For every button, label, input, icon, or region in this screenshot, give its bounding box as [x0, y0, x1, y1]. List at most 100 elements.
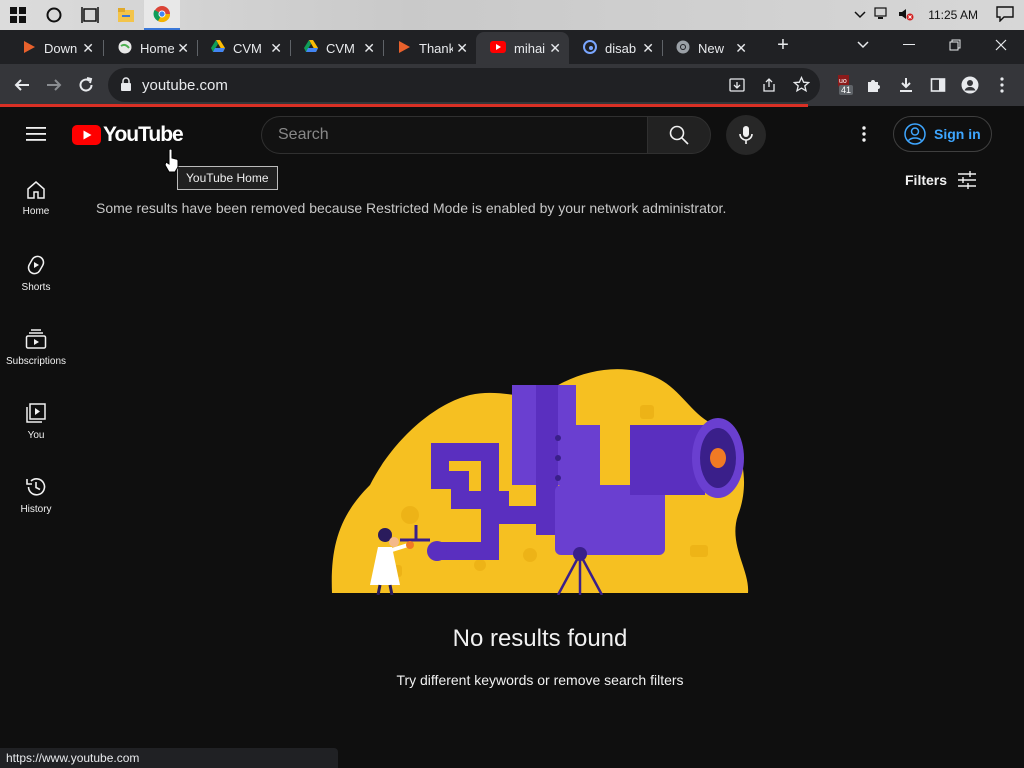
search-input[interactable]: Search: [261, 116, 648, 154]
tab-close-icon[interactable]: ✕: [270, 40, 282, 57]
tab-6[interactable]: disab ✕: [569, 32, 662, 64]
back-button[interactable]: [8, 71, 36, 99]
reload-button[interactable]: [72, 71, 100, 99]
address-bar[interactable]: youtube.com: [108, 68, 820, 102]
tab-title: disab: [605, 40, 637, 56]
edge-icon: [583, 39, 597, 57]
chrome-icon: [676, 40, 690, 57]
chevron-up-icon[interactable]: [854, 8, 866, 22]
tab-search-chevron-icon[interactable]: [840, 30, 886, 60]
tab-close-icon[interactable]: ✕: [549, 40, 561, 57]
sidebar-item-history[interactable]: History: [0, 462, 72, 536]
cortana-search-icon[interactable]: [36, 0, 72, 30]
extension-badge: 41: [839, 85, 854, 95]
sidebar-item-label: History: [20, 504, 52, 515]
sidebar-item-label: You: [27, 430, 45, 441]
side-panel-icon[interactable]: [924, 71, 952, 99]
hamburger-menu-icon[interactable]: [26, 126, 46, 147]
sidebar-item-label: Subscriptions: [5, 356, 67, 367]
tab-close-icon[interactable]: ✕: [82, 40, 94, 57]
downloads-icon[interactable]: [892, 71, 920, 99]
subscriptions-icon: [25, 329, 47, 349]
search-icon: [669, 125, 689, 145]
settings-more-icon[interactable]: [862, 126, 866, 147]
close-window-button[interactable]: [978, 30, 1024, 60]
youtube-logo-text: YouTube: [103, 123, 184, 146]
tab-5-active[interactable]: mihai ✕: [476, 32, 569, 64]
tab-1[interactable]: Home ✕: [104, 32, 197, 64]
profile-avatar-icon[interactable]: [956, 71, 984, 99]
sidebar-item-subscriptions[interactable]: Subscriptions: [0, 314, 72, 388]
no-results-hint: Try different keywords or remove search …: [396, 672, 684, 688]
forward-button[interactable]: [40, 71, 68, 99]
youtube-icon: [490, 40, 506, 56]
play-logo-icon: [22, 40, 36, 57]
filter-sliders-icon: [958, 171, 977, 189]
ublock-extension-icon[interactable]: uo 41: [832, 71, 860, 99]
tab-0[interactable]: Down ✕: [8, 32, 102, 64]
tab-close-icon[interactable]: ✕: [363, 40, 375, 57]
chrome-taskbar-icon[interactable]: [144, 0, 180, 30]
notifications-icon[interactable]: [996, 5, 1014, 25]
account-circle-icon: [904, 123, 926, 145]
sign-in-label: Sign in: [934, 126, 981, 142]
share-icon[interactable]: [761, 77, 777, 98]
google-drive-icon: [211, 40, 225, 56]
hand-cursor-icon: [164, 148, 180, 178]
network-icon[interactable]: [874, 6, 890, 24]
task-view-icon[interactable]: [72, 0, 108, 30]
tab-close-icon[interactable]: ✕: [735, 40, 747, 57]
sidebar-item-you[interactable]: You: [0, 388, 72, 462]
tab-2[interactable]: CVM ✕: [197, 32, 290, 64]
tab-title: Thank: [419, 40, 453, 56]
svg-text:uo: uo: [839, 78, 847, 85]
microphone-icon: [739, 126, 753, 144]
chrome-menu-icon[interactable]: [988, 71, 1016, 99]
new-tab-button[interactable]: +: [760, 30, 806, 60]
tab-4[interactable]: Thank ✕: [383, 32, 476, 64]
no-results-illustration: [331, 369, 749, 595]
minimize-button[interactable]: [886, 30, 932, 60]
sidebar-item-shorts[interactable]: Shorts: [0, 240, 72, 314]
tab-close-icon[interactable]: ✕: [642, 40, 654, 57]
tab-close-icon[interactable]: ✕: [456, 40, 468, 57]
youtube-logo[interactable]: YouTube: [72, 123, 184, 147]
youtube-play-logo-icon: [72, 125, 101, 145]
bookmark-star-icon[interactable]: [792, 75, 811, 98]
google-drive-icon: [304, 40, 318, 56]
logo-tooltip: YouTube Home: [177, 166, 278, 190]
system-tray: 11:25 AM: [854, 0, 1024, 30]
tab-title: mihai: [514, 40, 546, 56]
history-icon: [26, 478, 46, 496]
file-explorer-icon[interactable]: [108, 0, 144, 30]
chrome-tab-strip: Down ✕ Home ✕ CVM ✕ CVM ✕ Thank ✕ mihai …: [0, 30, 1024, 64]
tab-7[interactable]: New ✕: [662, 32, 755, 64]
filters-button[interactable]: Filters: [905, 171, 977, 189]
sidebar-item-label: Shorts: [21, 282, 51, 293]
filters-label: Filters: [905, 172, 948, 188]
restore-button[interactable]: [932, 30, 978, 60]
windows-start-icon[interactable]: [0, 0, 36, 30]
tab-title: Down: [44, 40, 78, 56]
tab-title: Home: [140, 40, 174, 56]
clock-text[interactable]: 11:25 AM: [928, 8, 978, 22]
tab-3[interactable]: CVM ✕: [290, 32, 383, 64]
youtube-page: YouTube Search Sign in Home Shorts Subsc…: [0, 107, 1024, 768]
extensions-puzzle-icon[interactable]: [860, 71, 888, 99]
windows-taskbar: 11:25 AM: [0, 0, 1024, 30]
search-button[interactable]: [647, 116, 711, 154]
no-results-title: No results found: [452, 625, 628, 652]
volume-muted-icon[interactable]: [898, 7, 914, 24]
tab-close-icon[interactable]: ✕: [177, 40, 189, 57]
sidebar-item-label: Home: [22, 206, 50, 217]
sidebar-item-home[interactable]: Home: [0, 166, 72, 240]
globe-icon: [118, 40, 132, 57]
install-app-icon[interactable]: [729, 77, 745, 98]
voice-search-button[interactable]: [726, 115, 766, 155]
sign-in-button[interactable]: Sign in: [893, 116, 992, 152]
lock-icon[interactable]: [120, 77, 132, 97]
shorts-icon: [27, 255, 45, 275]
url-text[interactable]: youtube.com: [142, 77, 228, 94]
tab-title: CVM: [326, 40, 355, 56]
status-bar-url: https://www.youtube.com: [0, 748, 338, 768]
